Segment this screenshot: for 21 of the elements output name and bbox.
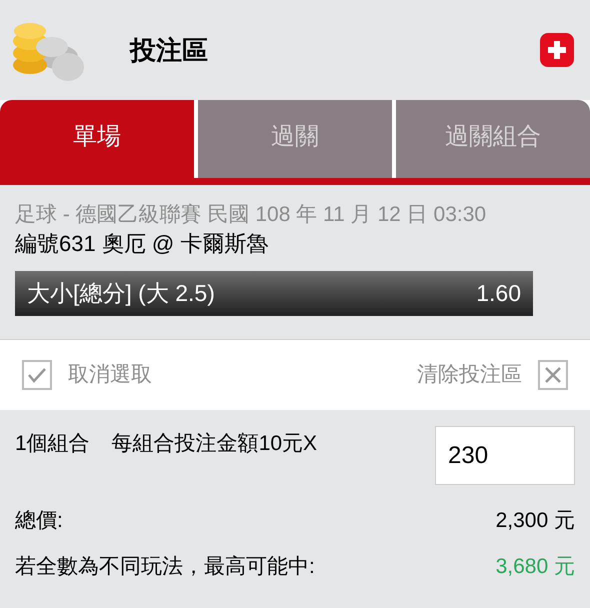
total-label: 若全數為不同玩法，最高可能中: xyxy=(15,554,315,580)
deselect-button[interactable]: 取消選取 xyxy=(22,359,152,391)
total-label: 總價: xyxy=(15,508,63,534)
tab[interactable]: 過關 xyxy=(198,100,392,178)
total-value: 2,300 元 xyxy=(496,508,575,534)
clear-button[interactable]: 清除投注區 xyxy=(417,359,568,391)
match-teams: 編號631 奧厄 @ 卡爾斯魯 xyxy=(15,230,270,258)
match-info: 足球 - 德國乙級聯賽 民國 108 年 11 月 12 日 03:30 xyxy=(15,202,488,228)
selection-label: 大小[總分] (大 2.5) xyxy=(27,279,215,308)
plus-icon xyxy=(547,40,567,60)
check-icon xyxy=(22,360,52,390)
total-value: 3,680 元 xyxy=(496,554,575,580)
page-title: 投注區 xyxy=(130,34,208,66)
add-button[interactable] xyxy=(540,33,574,67)
unit-stake: 每組合投注金額10元X xyxy=(112,431,318,457)
amount-field[interactable]: 230 xyxy=(435,426,575,485)
tab[interactable]: 過關組合 xyxy=(396,100,590,178)
close-icon xyxy=(538,360,568,390)
odds-value: 1.60 xyxy=(476,279,521,308)
tab[interactable]: 單場 xyxy=(0,100,194,178)
combo-count: 1個組合 xyxy=(15,431,90,457)
